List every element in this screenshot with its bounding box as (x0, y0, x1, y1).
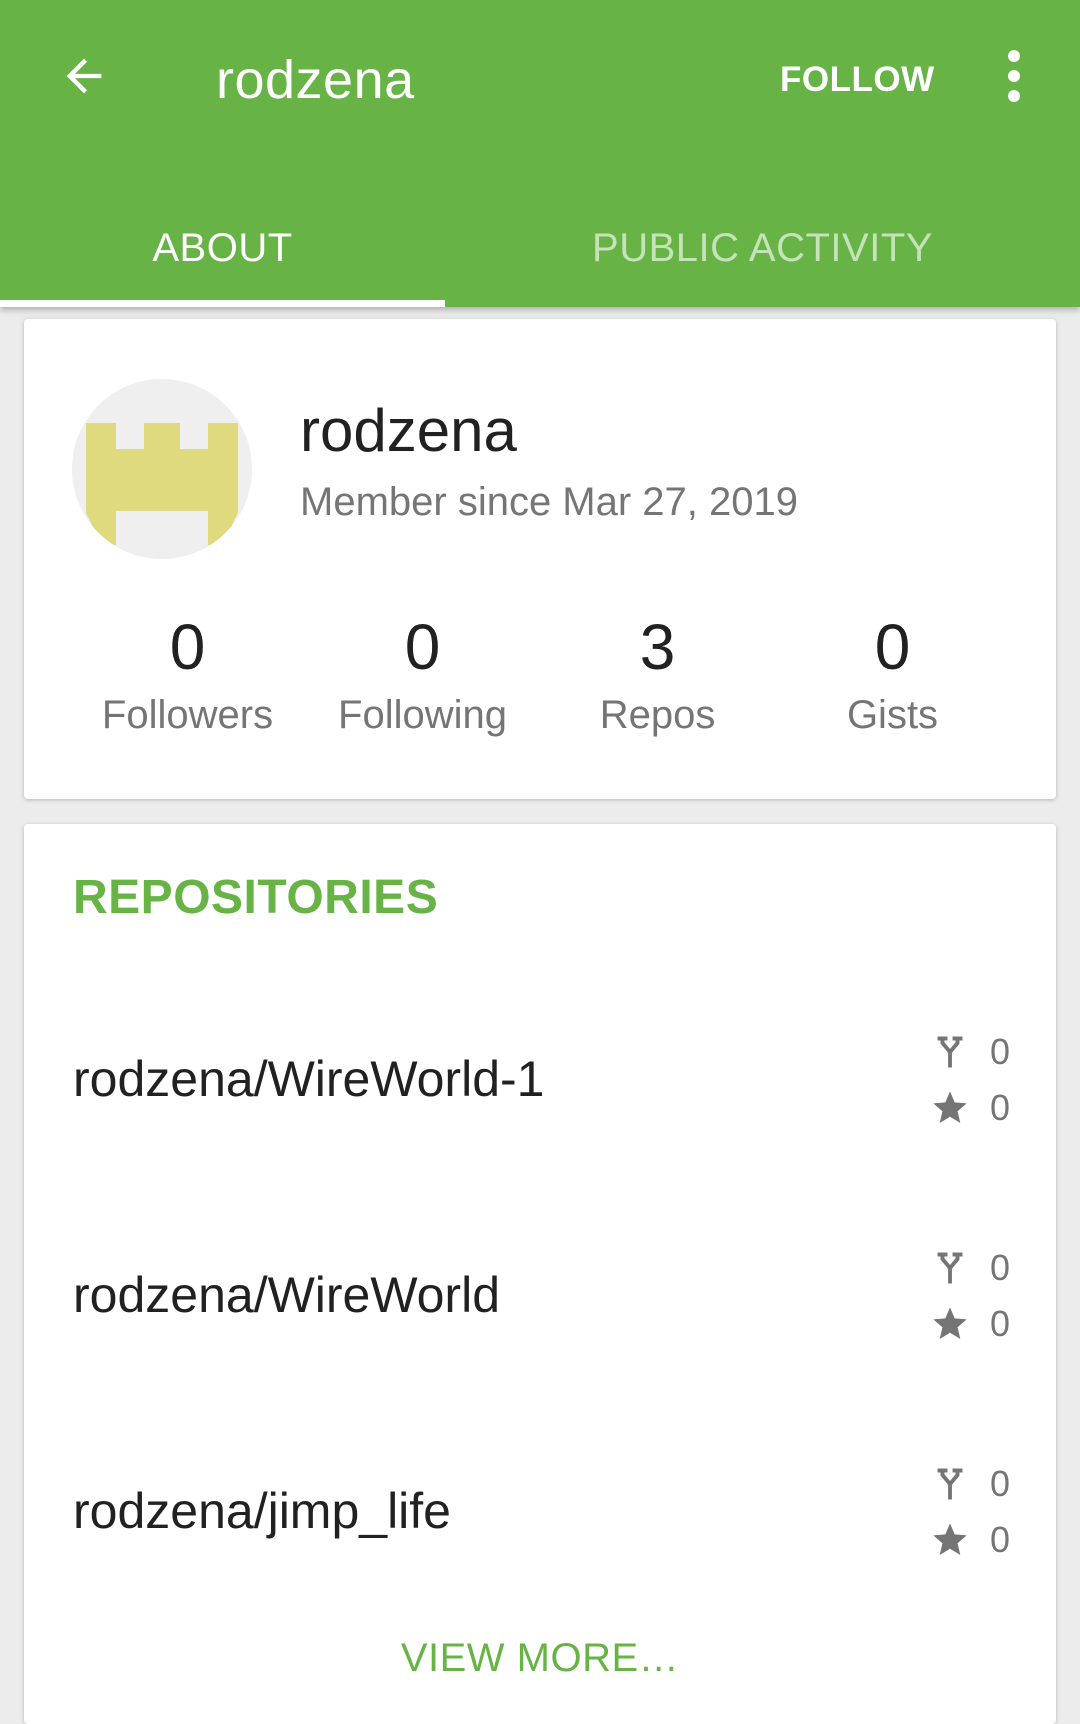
repository-item[interactable]: rodzena/jimp_life 0 0 (24, 1406, 1056, 1622)
profile-username: rodzena (300, 397, 517, 464)
repository-meta: 0 0 (930, 1240, 1010, 1352)
toolbar-title: rodzena (216, 50, 415, 110)
repository-name: rodzena/WireWorld (73, 1267, 501, 1323)
back-button[interactable] (52, 46, 116, 110)
stat-value: 0 (169, 611, 206, 683)
repositories-title: REPOSITORIES (73, 871, 439, 924)
stat-label: Following (338, 693, 507, 737)
star-icon (930, 1088, 970, 1128)
stat-gists[interactable]: 0 Gists (775, 609, 1010, 743)
fork-count: 0 (989, 1463, 1010, 1504)
star-icon (930, 1304, 970, 1344)
repositories-card: REPOSITORIES rodzena/WireWorld-1 0 0 rod… (24, 824, 1056, 1724)
stat-label: Gists (846, 693, 939, 737)
arrow-left-icon (58, 50, 110, 107)
profile-stats: 0 Followers 0 Following 3 Repos 0 Gists (70, 609, 1010, 743)
stat-label: Followers (101, 693, 274, 737)
stat-followers[interactable]: 0 Followers (70, 609, 305, 743)
stat-label: Repos (599, 693, 716, 737)
fork-count: 0 (989, 1031, 1010, 1072)
view-more-button[interactable]: VIEW MORE… (24, 1632, 1056, 1684)
star-count: 0 (989, 1087, 1010, 1128)
tab-bar: ABOUT PUBLIC ACTIVITY (0, 190, 1080, 307)
star-count: 0 (989, 1303, 1010, 1344)
fork-count: 0 (989, 1247, 1010, 1288)
repository-item[interactable]: rodzena/WireWorld-1 0 0 (24, 974, 1056, 1190)
tab-public-activity[interactable]: PUBLIC ACTIVITY (445, 190, 1080, 307)
repository-meta: 0 0 (930, 1024, 1010, 1136)
avatar (72, 379, 252, 559)
identicon-avatar (72, 379, 252, 559)
app-bar: rodzena FOLLOW ABOUT PUBLIC ACTIVITY (0, 0, 1080, 307)
star-icon (930, 1520, 970, 1560)
fork-icon (930, 1248, 970, 1288)
stat-value: 0 (874, 611, 911, 683)
member-since-text: Member since Mar 27, 2019 (300, 480, 799, 524)
fork-icon (930, 1464, 970, 1504)
repository-name: rodzena/WireWorld-1 (73, 1051, 545, 1107)
stat-repos[interactable]: 3 Repos (540, 609, 775, 743)
follow-button[interactable]: FOLLOW (780, 54, 935, 106)
repository-item[interactable]: rodzena/WireWorld 0 0 (24, 1190, 1056, 1406)
repository-list: rodzena/WireWorld-1 0 0 rodzena/WireWorl… (24, 974, 1056, 1622)
star-count: 0 (989, 1519, 1010, 1560)
tab-indicator (0, 300, 445, 307)
stat-value: 3 (639, 611, 676, 683)
tab-about[interactable]: ABOUT (0, 190, 445, 307)
profile-card: rodzena Member since Mar 27, 2019 0 Foll… (24, 319, 1056, 799)
overflow-menu-button[interactable] (990, 46, 1038, 110)
fork-icon (930, 1032, 970, 1072)
stat-following[interactable]: 0 Following (305, 609, 540, 743)
repository-meta: 0 0 (930, 1456, 1010, 1568)
repository-name: rodzena/jimp_life (73, 1483, 451, 1539)
more-vertical-icon (1006, 49, 1022, 107)
stat-value: 0 (404, 611, 441, 683)
